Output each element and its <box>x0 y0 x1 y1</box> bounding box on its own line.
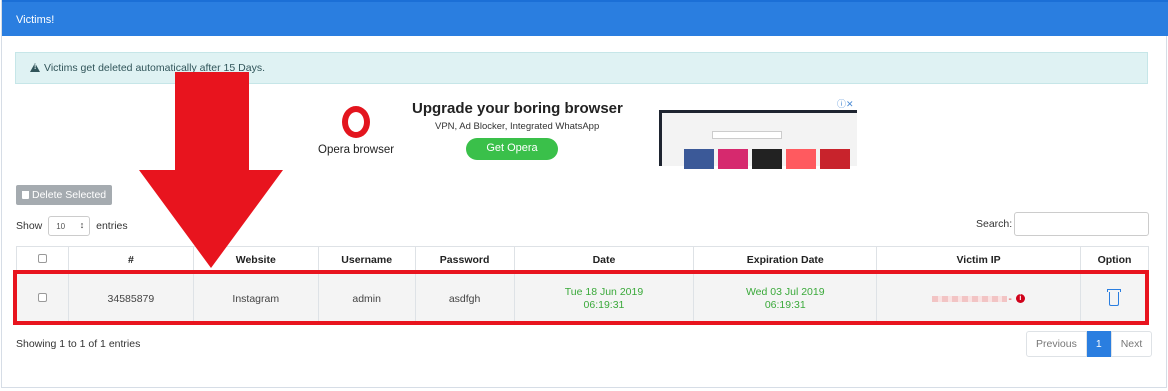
expiration-day: Wed 03 Jul 2019 <box>745 285 825 298</box>
victim-password: asdfgh <box>414 273 515 324</box>
column-header: Option <box>1079 246 1150 274</box>
victim-date: Tue 18 Jun 2019 06:19:31 <box>513 273 695 324</box>
search-input[interactable] <box>1014 212 1149 236</box>
column-header[interactable]: Victim IP <box>876 246 1081 274</box>
ad-subtitle: VPN, Ad Blocker, Integrated WhatsApp <box>435 121 600 132</box>
trash-icon <box>22 191 29 199</box>
entries-label: entries <box>96 219 128 232</box>
ad-choices-icon[interactable]: ⓘ✕ <box>837 97 854 110</box>
select-all-header[interactable] <box>16 246 69 274</box>
warning-icon <box>30 63 40 72</box>
column-header[interactable]: Expiration Date <box>693 246 878 274</box>
date-time: 06:19:31 <box>583 298 625 311</box>
page-1-button[interactable]: 1 <box>1086 331 1111 357</box>
pagination: Previous 1 Next <box>1026 331 1153 357</box>
option-cell <box>1079 273 1150 324</box>
expiration-time: 06:19:31 <box>764 298 806 311</box>
row-select-cell[interactable] <box>16 273 69 324</box>
column-header[interactable]: Website <box>192 246 319 274</box>
pinterest-tile <box>820 149 850 169</box>
victim-website: Instagram <box>192 273 319 324</box>
column-header[interactable]: # <box>67 246 194 274</box>
column-header[interactable]: Password <box>414 246 515 274</box>
info-icon[interactable]: i <box>1015 294 1025 304</box>
amazon-tile <box>752 149 782 169</box>
victim-username: admin <box>317 273 416 324</box>
column-header[interactable]: Date <box>513 246 695 274</box>
ad-title: Upgrade your boring browser <box>412 100 623 117</box>
table-info: Showing 1 to 1 of 1 entries <box>16 338 141 350</box>
column-header[interactable]: Username <box>317 246 416 274</box>
speed-dial-tiles <box>684 149 850 169</box>
info-alert: Victims get deleted automatically after … <box>15 52 1148 84</box>
show-label: Show <box>16 219 43 232</box>
select-all-checkbox[interactable] <box>37 254 47 263</box>
next-page-button[interactable]: Next <box>1110 331 1153 357</box>
delete-selected-label: Delete Selected <box>32 189 107 201</box>
search-label: Search: <box>976 218 1013 230</box>
ad-browser-screenshot <box>659 110 857 169</box>
date-day: Tue 18 Jun 2019 <box>564 285 644 298</box>
table-row: 34585879 Instagram admin asdfgh Tue 18 J… <box>16 273 1150 324</box>
victim-expiration: Wed 03 Jul 2019 06:19:31 <box>693 273 878 324</box>
entries-select[interactable]: 10 <box>48 216 91 236</box>
facebook-tile <box>684 149 714 169</box>
airbnb-tile <box>786 149 816 169</box>
delete-row-icon[interactable] <box>1107 288 1122 306</box>
panel-title: Victims! <box>2 0 1168 36</box>
ad-brand: Opera browser <box>318 144 395 156</box>
opera-logo-icon <box>342 106 370 138</box>
victims-table: # Website Username Password Date Expirat… <box>16 246 1150 324</box>
get-opera-button[interactable]: Get Opera <box>466 138 558 160</box>
previous-page-button[interactable]: Previous <box>1026 331 1087 357</box>
victim-id: 34585879 <box>67 273 194 324</box>
victim-ip: -i <box>876 273 1081 324</box>
advertisement-banner[interactable]: Opera browser Upgrade your boring browse… <box>312 96 857 169</box>
row-checkbox[interactable] <box>37 292 47 302</box>
instagram-tile <box>718 149 748 169</box>
alert-text: Victims get deleted automatically after … <box>44 62 265 74</box>
entries-length-control: Show 10 entries <box>16 216 128 236</box>
search-bar-graphic <box>712 131 782 139</box>
delete-selected-button[interactable]: Delete Selected <box>16 185 112 205</box>
table-header-row: # Website Username Password Date Expirat… <box>16 246 1150 274</box>
redacted-ip <box>932 295 1008 302</box>
